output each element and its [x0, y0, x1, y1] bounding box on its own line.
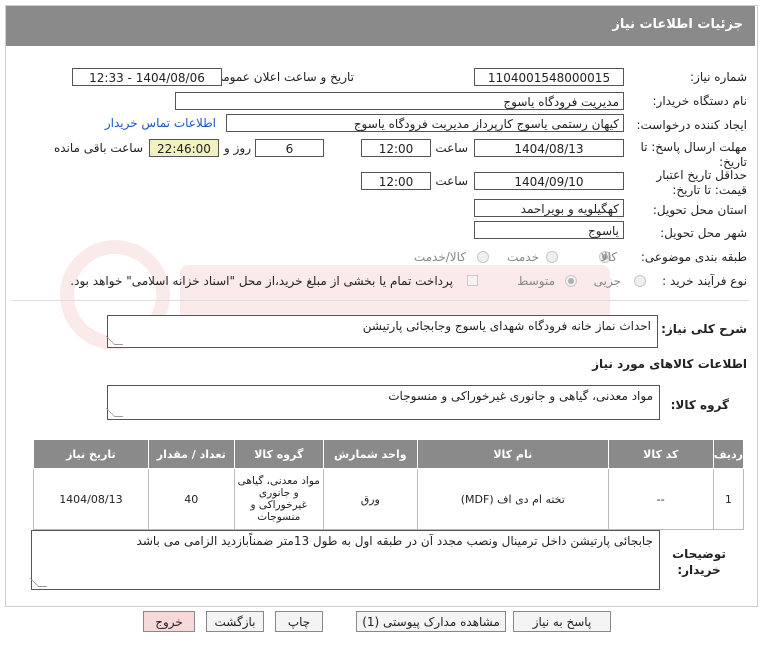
resize-grip-icon[interactable] — [29, 578, 48, 587]
city-field: یاسوج — [474, 221, 624, 239]
cell-unit: ورق — [322, 468, 418, 530]
cell-goods-group: مواد معدنی، گیاهی و جانوری غیرخوراکی و م… — [233, 468, 324, 530]
buyer-field: مدیریت فرودگاه یاسوج — [175, 92, 624, 110]
page-title: جزئیات اطلاعات نیاز — [612, 17, 743, 32]
remaining-time-field: 22:46:00 — [149, 139, 219, 157]
goods-group-textarea: مواد معدنی، گیاهی و جانوری غیرخوراکی و م… — [105, 385, 660, 420]
process-option-minor: جزیی — [593, 274, 621, 288]
category-option-goods-service: کالا/خدمت — [413, 250, 466, 264]
deadline-time-label: ساعت — [435, 141, 468, 155]
deadline-date-field: 1404/08/13 — [474, 139, 624, 157]
resize-grip-icon[interactable] — [105, 336, 124, 345]
header-need-date: تاریخ نیاز — [33, 439, 149, 469]
treasury-payment-checkbox[interactable] — [467, 275, 478, 286]
table-header-row: ردیف کد کالا نام کالا واحد شمارش گروه کا… — [33, 439, 745, 469]
process-radio-medium[interactable] — [565, 275, 577, 287]
treasury-payment-note: پرداخت تمام یا بخشی از مبلغ خرید،از محل … — [70, 274, 453, 288]
print-button[interactable]: چاپ — [275, 611, 323, 632]
header-item-name: نام کالا — [416, 439, 609, 469]
summary-text: احداث نماز خانه فرودگاه شهدای یاسوج وجاب… — [362, 319, 651, 333]
province-label: استان محل تحویل: — [652, 203, 747, 217]
back-button[interactable]: بازگشت — [206, 611, 264, 632]
header-item-code: کد کالا — [607, 439, 714, 469]
province-field: کهگیلویه و بویراحمد — [474, 199, 624, 217]
notes-text: جابجائی پارتیشن داخل ترمینال ونصب مجدد آ… — [136, 534, 653, 548]
need-number-field: 1104001548000015 — [474, 68, 624, 86]
panel-header: جزئیات اطلاعات نیاز — [6, 6, 755, 46]
summary-textarea: احداث نماز خانه فرودگاه شهدای یاسوج وجاب… — [105, 315, 658, 348]
header-quantity: تعداد / مقدار — [147, 439, 235, 469]
process-radio-minor[interactable] — [634, 275, 646, 287]
cell-need-date: 1404/08/13 — [33, 468, 149, 530]
validity-label: حداقل تاریخ اعتبار قیمت: تا تاریخ: — [656, 168, 747, 197]
contact-info-link[interactable]: اطلاعات تماس خریدار — [105, 116, 216, 130]
cell-item-name: تخته ام دی اف (MDF) — [416, 468, 609, 530]
cell-quantity: 40 — [147, 468, 235, 530]
creator-label: ایجاد کننده درخواست: — [636, 118, 747, 132]
process-label: نوع فرآیند خرید : — [662, 274, 747, 288]
deadline-time-field: 12:00 — [361, 139, 431, 157]
days-label: روز و — [224, 141, 251, 155]
process-option-medium: متوسط — [517, 274, 555, 288]
need-number-label: شماره نیاز: — [690, 70, 747, 84]
cell-item-code: -- — [607, 468, 714, 530]
header-unit: واحد شمارش — [322, 439, 418, 469]
reply-button[interactable]: پاسخ به نیاز — [513, 611, 611, 632]
table-row: 1 -- تخته ام دی اف (MDF) ورق مواد معدنی،… — [33, 468, 745, 530]
cell-row-number: 1 — [712, 468, 745, 530]
category-label: طبقه بندی موضوعی: — [640, 250, 747, 264]
validity-time-label: ساعت — [435, 174, 468, 188]
category-option-goods: کالا — [600, 250, 617, 264]
divider — [12, 300, 749, 301]
exit-button[interactable]: خروج — [143, 611, 195, 632]
goods-group-text: مواد معدنی، گیاهی و جانوری غیرخوراکی و م… — [388, 389, 653, 403]
goods-group-label: گروه کالا: — [670, 398, 729, 412]
validity-time-field: 12:00 — [361, 172, 431, 190]
items-table: ردیف کد کالا نام کالا واحد شمارش گروه کا… — [33, 439, 745, 530]
buyer-label: نام دستگاه خریدار: — [652, 94, 748, 108]
category-radio-goods-service[interactable] — [477, 251, 489, 263]
category-option-service: خدمت — [507, 250, 539, 264]
city-label: شهر محل تحویل: — [660, 226, 747, 240]
header-row-number: ردیف — [712, 439, 745, 469]
validity-date-field: 1404/09/10 — [474, 172, 624, 190]
goods-section-title: اطلاعات کالاهای مورد نیاز — [592, 357, 747, 371]
summary-label: شرح کلی نیاز: — [661, 322, 747, 336]
notes-label: توضیحات خریدار: — [672, 547, 726, 577]
announce-label: تاریخ و ساعت اعلان عمومی: — [209, 70, 354, 84]
announce-datetime-field: 1404/08/06 - 12:33 — [72, 68, 222, 86]
remaining-time-label: ساعت باقی مانده — [53, 141, 143, 155]
category-radio-service[interactable] — [546, 251, 558, 263]
deadline-label: مهلت ارسال پاسخ: تا تاریخ: — [640, 140, 747, 169]
attachments-button[interactable]: مشاهده مدارک پیوستی (1) — [356, 611, 506, 632]
notes-textarea: جابجائی پارتیشن داخل ترمینال ونصب مجدد آ… — [29, 530, 660, 590]
resize-grip-icon[interactable] — [105, 408, 124, 417]
days-remaining-field: 6 — [255, 139, 324, 157]
creator-field: کیهان رستمی یاسوج کارپرداز مدیریت فرودگا… — [226, 114, 624, 132]
header-goods-group: گروه کالا — [233, 439, 324, 469]
